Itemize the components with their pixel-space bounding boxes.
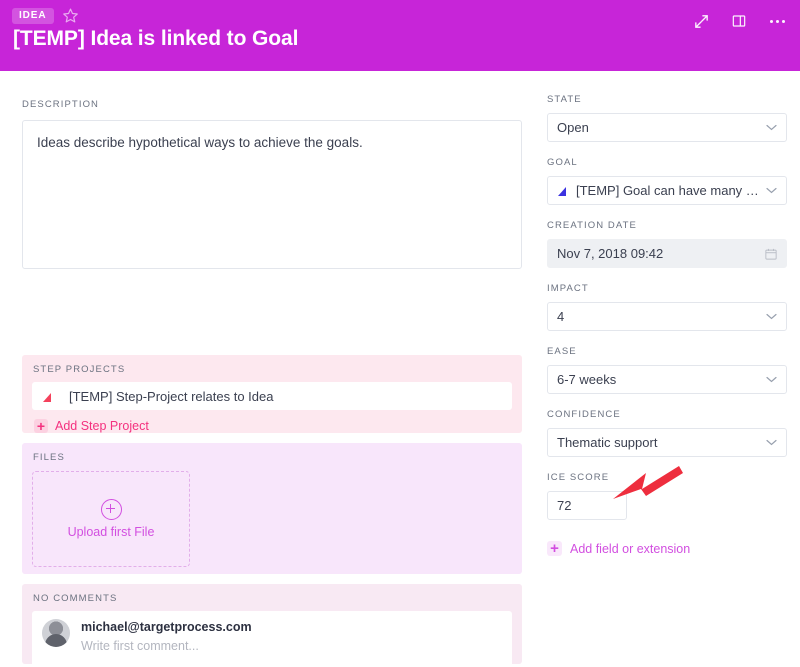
- chevron-down-icon: [766, 439, 777, 446]
- field-ice-score: ICE SCORE 72: [547, 472, 787, 520]
- side-panel-icon[interactable]: [728, 10, 750, 32]
- comments-label: NO COMMENTS: [33, 593, 512, 604]
- entity-type-badge[interactable]: IDEA: [12, 8, 54, 24]
- content-area: DESCRIPTION Ideas describe hypothetical …: [0, 71, 800, 593]
- field-state: STATE Open: [547, 94, 787, 142]
- header-actions: [690, 10, 788, 32]
- page-header: IDEA [TEMP] Idea is linked to Goal: [0, 0, 800, 71]
- step-projects-section: STEP PROJECTS [TEMP] Step-Project relate…: [22, 355, 522, 433]
- chevron-down-icon: [766, 313, 777, 320]
- field-label-impact: IMPACT: [547, 283, 787, 294]
- plus-icon: +: [34, 419, 48, 433]
- field-label-goal: GOAL: [547, 157, 787, 168]
- creation-date-input[interactable]: Nov 7, 2018 09:42: [547, 239, 787, 268]
- flag-icon: [42, 391, 52, 402]
- goal-value-wrap: [TEMP] Goal can have many Ideas: [557, 183, 760, 198]
- field-label-ease: EASE: [547, 346, 787, 357]
- more-options-icon[interactable]: [766, 10, 788, 32]
- comment-user-email: michael@targetprocess.com: [81, 620, 252, 634]
- ice-score-value: 72: [557, 498, 617, 513]
- plus-icon: +: [547, 541, 562, 556]
- field-confidence: CONFIDENCE Thematic support: [547, 409, 787, 457]
- state-dropdown[interactable]: Open: [547, 113, 787, 142]
- comment-composer[interactable]: michael@targetprocess.com Write first co…: [32, 611, 512, 667]
- impact-value: 4: [557, 309, 760, 324]
- description-input[interactable]: Ideas describe hypothetical ways to achi…: [22, 120, 522, 269]
- description-section: DESCRIPTION Ideas describe hypothetical …: [22, 94, 524, 269]
- add-step-project-label: Add Step Project: [55, 419, 149, 433]
- field-label-confidence: CONFIDENCE: [547, 409, 787, 420]
- files-section: FILES Upload first File: [22, 443, 522, 574]
- calendar-icon: [765, 248, 777, 260]
- upload-file-label: Upload first File: [68, 525, 155, 539]
- confidence-dropdown[interactable]: Thematic support: [547, 428, 787, 457]
- right-column: STATE Open GOAL [TEMP] Goal can have man…: [534, 71, 800, 593]
- ease-value: 6-7 weeks: [557, 372, 760, 387]
- field-goal: GOAL [TEMP] Goal can have many Ideas: [547, 157, 787, 205]
- step-project-name: [TEMP] Step-Project relates to Idea: [69, 389, 273, 404]
- confidence-value: Thematic support: [557, 435, 760, 450]
- flag-icon: [557, 185, 567, 196]
- creation-date-value: Nov 7, 2018 09:42: [557, 246, 765, 261]
- files-label: FILES: [33, 452, 512, 463]
- add-step-project-button[interactable]: + Add Step Project: [34, 419, 512, 433]
- expand-icon[interactable]: [690, 10, 712, 32]
- comment-input-placeholder[interactable]: Write first comment...: [81, 639, 252, 653]
- goal-value: [TEMP] Goal can have many Ideas: [576, 183, 760, 198]
- goal-dropdown[interactable]: [TEMP] Goal can have many Ideas: [547, 176, 787, 205]
- avatar: [42, 619, 70, 647]
- header-meta-row: IDEA: [12, 7, 79, 24]
- left-column: DESCRIPTION Ideas describe hypothetical …: [0, 71, 534, 593]
- state-value: Open: [557, 120, 760, 135]
- chevron-down-icon: [766, 376, 777, 383]
- page-title: [TEMP] Idea is linked to Goal: [13, 27, 298, 51]
- chevron-down-icon: [766, 187, 777, 194]
- list-item[interactable]: [TEMP] Step-Project relates to Idea: [32, 382, 512, 410]
- upload-file-dropzone[interactable]: Upload first File: [32, 471, 190, 567]
- field-creation-date: CREATION DATE Nov 7, 2018 09:42: [547, 220, 787, 268]
- ease-dropdown[interactable]: 6-7 weeks: [547, 365, 787, 394]
- ice-score-input[interactable]: 72: [547, 491, 627, 520]
- field-impact: IMPACT 4: [547, 283, 787, 331]
- add-field-label: Add field or extension: [570, 542, 690, 556]
- impact-dropdown[interactable]: 4: [547, 302, 787, 331]
- comment-composer-body: michael@targetprocess.com Write first co…: [81, 619, 252, 659]
- chevron-down-icon: [766, 124, 777, 131]
- field-label-creation-date: CREATION DATE: [547, 220, 787, 231]
- field-label-ice-score: ICE SCORE: [547, 472, 787, 483]
- comments-section: NO COMMENTS michael@targetprocess.com Wr…: [22, 584, 522, 664]
- description-label: DESCRIPTION: [22, 99, 99, 110]
- plus-circle-icon: [101, 499, 122, 520]
- star-icon[interactable]: [62, 7, 79, 24]
- step-projects-label: STEP PROJECTS: [33, 364, 512, 375]
- field-ease: EASE 6-7 weeks: [547, 346, 787, 394]
- field-label-state: STATE: [547, 94, 787, 105]
- add-field-button[interactable]: + Add field or extension: [547, 541, 690, 556]
